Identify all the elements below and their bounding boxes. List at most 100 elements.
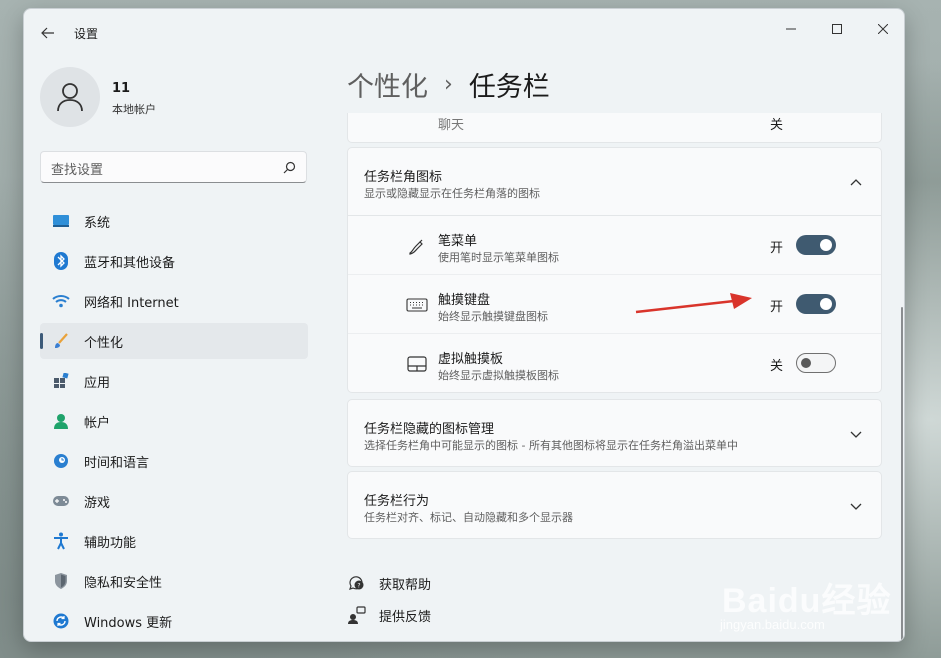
maximize-icon bbox=[832, 24, 842, 34]
pen-menu-state: 开 bbox=[770, 241, 784, 256]
overflow-title: 任务栏隐藏的图标管理 bbox=[364, 422, 495, 437]
sidebar-item-label: 应用 bbox=[84, 375, 111, 391]
behavior-description: 任务栏对齐、标记、自动隐藏和多个显示器 bbox=[364, 511, 573, 524]
overflow-description: 选择任务栏角中可能显示的图标 - 所有其他图标将显示在任务栏角溢出菜单中 bbox=[364, 439, 738, 452]
feedback-label: 提供反馈 bbox=[379, 609, 432, 625]
shield-icon bbox=[52, 572, 70, 590]
taskbar-behavior-card[interactable]: 任务栏行为 任务栏对齐、标记、自动隐藏和多个显示器 bbox=[347, 471, 882, 539]
touch-keyboard-row: 触摸键盘 始终显示触摸键盘图标 开 bbox=[348, 275, 881, 334]
back-button[interactable] bbox=[36, 21, 60, 45]
breadcrumb: 个性化 › 任务栏 bbox=[347, 65, 550, 104]
svg-text:?: ? bbox=[357, 583, 360, 590]
feedback-link[interactable]: 提供反馈 bbox=[347, 599, 431, 631]
sidebar-item-label: 游戏 bbox=[84, 495, 111, 511]
sidebar-item-label: Windows 更新 bbox=[84, 615, 173, 631]
user-name: 11 bbox=[112, 81, 131, 96]
search-icon bbox=[283, 161, 296, 174]
sidebar-item-bluetooth[interactable]: 蓝牙和其他设备 bbox=[40, 243, 308, 279]
virtual-touchpad-toggle[interactable] bbox=[796, 353, 836, 373]
corner-icons-title: 任务栏角图标 bbox=[364, 170, 443, 185]
sidebar-item-label: 个性化 bbox=[84, 335, 124, 351]
maximize-button[interactable] bbox=[814, 13, 860, 45]
chat-setting-card: 聊天 关 bbox=[347, 113, 882, 143]
sidebar-item-system[interactable]: 系统 bbox=[40, 203, 308, 239]
pen-menu-description: 使用笔时显示笔菜单图标 bbox=[438, 251, 559, 264]
taskbar-corner-icons-card: 任务栏角图标 显示或隐藏显示在任务栏角落的图标 笔菜单 使用笔时显示笔菜单图标 … bbox=[347, 147, 882, 393]
settings-content[interactable]: 聊天 关 任务栏角图标 显示或隐藏显示在任务栏角落的图标 笔菜单 使用笔时显示笔… bbox=[347, 113, 882, 641]
wifi-icon bbox=[52, 292, 70, 310]
help-icon: ? bbox=[347, 573, 367, 593]
pen-menu-title: 笔菜单 bbox=[438, 234, 478, 249]
minimize-icon bbox=[786, 28, 796, 30]
bluetooth-icon bbox=[52, 252, 70, 270]
get-help-link[interactable]: ? 获取帮助 bbox=[347, 567, 431, 599]
chat-state: 关 bbox=[770, 118, 784, 133]
sidebar-item-label: 帐户 bbox=[84, 415, 111, 431]
sidebar-item-label: 蓝牙和其他设备 bbox=[84, 255, 176, 271]
search-box[interactable]: 查找设置 bbox=[40, 151, 307, 183]
sidebar-item-time-language[interactable]: 时间和语言 bbox=[40, 443, 308, 479]
sidebar-nav: 系统 蓝牙和其他设备 网络和 Internet 个性化 应用 帐户 时间和语言 bbox=[40, 203, 308, 641]
sidebar-item-label: 系统 bbox=[84, 215, 111, 231]
pen-menu-toggle[interactable] bbox=[796, 235, 836, 255]
account-type: 本地帐户 bbox=[112, 103, 156, 116]
minimize-button[interactable] bbox=[768, 13, 814, 45]
user-icon bbox=[57, 83, 83, 112]
breadcrumb-separator: › bbox=[444, 72, 453, 97]
gaming-icon bbox=[52, 492, 70, 510]
account-icon bbox=[52, 412, 70, 430]
sidebar-item-network[interactable]: 网络和 Internet bbox=[40, 283, 308, 319]
corner-icons-header[interactable]: 任务栏角图标 显示或隐藏显示在任务栏角落的图标 bbox=[348, 148, 881, 216]
user-profile[interactable]: 11 本地帐户 bbox=[40, 67, 320, 127]
accessibility-icon bbox=[52, 532, 70, 550]
sidebar-item-personalization[interactable]: 个性化 bbox=[40, 323, 308, 359]
sidebar-item-accounts[interactable]: 帐户 bbox=[40, 403, 308, 439]
apps-icon bbox=[52, 372, 70, 390]
sidebar-item-accessibility[interactable]: 辅助功能 bbox=[40, 523, 308, 559]
chevron-down-icon bbox=[850, 431, 862, 438]
sidebar-item-privacy[interactable]: 隐私和安全性 bbox=[40, 563, 308, 599]
chevron-down-icon bbox=[850, 503, 862, 510]
close-icon bbox=[878, 24, 888, 34]
sidebar-item-label: 网络和 Internet bbox=[84, 295, 179, 311]
page-title: 任务栏 bbox=[468, 72, 550, 103]
title-bar: 设置 bbox=[24, 9, 904, 57]
touch-keyboard-state: 开 bbox=[770, 300, 784, 315]
sidebar-item-apps[interactable]: 应用 bbox=[40, 363, 308, 399]
pen-menu-row: 笔菜单 使用笔时显示笔菜单图标 开 bbox=[348, 216, 881, 275]
time-language-icon bbox=[52, 452, 70, 470]
sidebar-item-gaming[interactable]: 游戏 bbox=[40, 483, 308, 519]
virtual-touchpad-row: 虚拟触摸板 始终显示虚拟触摸板图标 关 bbox=[348, 334, 881, 393]
sidebar-item-windows-update[interactable]: Windows 更新 bbox=[40, 603, 308, 639]
corner-icons-description: 显示或隐藏显示在任务栏角落的图标 bbox=[364, 187, 540, 200]
brush-icon bbox=[52, 332, 70, 350]
taskbar-overflow-card[interactable]: 任务栏隐藏的图标管理 选择任务栏角中可能显示的图标 - 所有其他图标将显示在任务… bbox=[347, 399, 882, 467]
settings-window: 设置 11 本地帐户 查找设置 系统 蓝牙和其他设备 网络和 Internet … bbox=[23, 8, 905, 642]
search-input[interactable]: 查找设置 bbox=[51, 159, 103, 178]
virtual-touchpad-description: 始终显示虚拟触摸板图标 bbox=[438, 369, 559, 382]
help-links: ? 获取帮助 提供反馈 bbox=[347, 567, 431, 631]
app-title: 设置 bbox=[74, 27, 99, 41]
virtual-touchpad-title: 虚拟触摸板 bbox=[438, 352, 504, 367]
chevron-up-icon bbox=[850, 179, 862, 186]
touch-keyboard-title: 触摸键盘 bbox=[438, 293, 491, 308]
system-icon bbox=[52, 212, 70, 230]
update-icon bbox=[52, 612, 70, 630]
watermark-url: jingyan.baidu.com bbox=[720, 617, 825, 632]
pen-icon bbox=[406, 236, 428, 256]
back-arrow-icon bbox=[41, 27, 54, 39]
get-help-label: 获取帮助 bbox=[379, 577, 432, 593]
sidebar-item-label: 时间和语言 bbox=[84, 455, 150, 471]
touch-keyboard-toggle[interactable] bbox=[796, 294, 836, 314]
behavior-title: 任务栏行为 bbox=[364, 494, 430, 509]
baidu-jingyan-watermark: Baidu经验 jingyan.baidu.com bbox=[720, 565, 920, 645]
touchpad-icon bbox=[406, 354, 428, 374]
touch-keyboard-description: 始终显示触摸键盘图标 bbox=[438, 310, 548, 323]
close-button[interactable] bbox=[860, 13, 904, 45]
avatar bbox=[40, 67, 100, 127]
sidebar-item-label: 辅助功能 bbox=[84, 535, 137, 551]
sidebar-item-label: 隐私和安全性 bbox=[84, 575, 163, 591]
chat-label: 聊天 bbox=[438, 118, 465, 133]
breadcrumb-parent[interactable]: 个性化 bbox=[347, 65, 428, 104]
feedback-icon bbox=[347, 605, 367, 625]
